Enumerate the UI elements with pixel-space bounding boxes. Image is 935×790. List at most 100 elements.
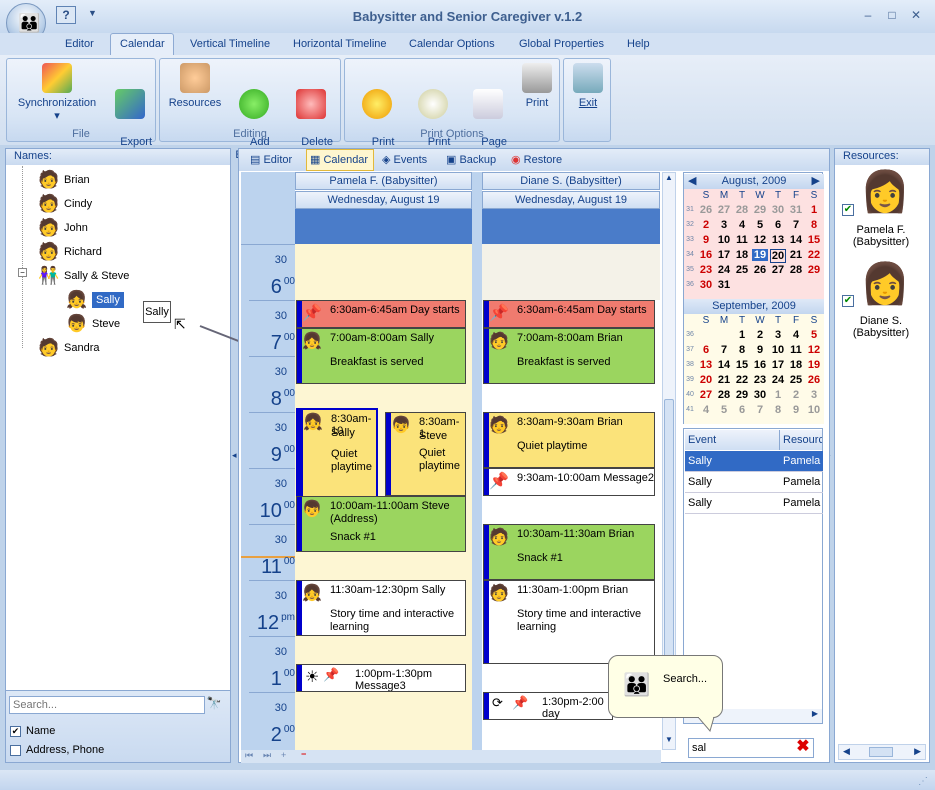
delete-record-icon[interactable]: − [301, 749, 306, 759]
filter-name-checkbox[interactable]: ✔ Name [10, 725, 55, 737]
calendar-day[interactable]: 30 [770, 204, 786, 216]
calendar-day[interactable]: 17 [770, 359, 786, 371]
calendar-day[interactable]: 3 [806, 389, 822, 401]
calendar-day[interactable]: 23 [752, 374, 768, 386]
calendar-day[interactable]: 30 [698, 279, 714, 291]
calendar-day[interactable]: 6 [770, 219, 786, 231]
event-breakfast-sally[interactable]: 👧 7:00am-8:00am Sally Breakfast is served [296, 328, 466, 384]
calendar-day[interactable]: 20 [770, 249, 786, 263]
binoculars-icon[interactable]: 🔭 [205, 696, 223, 714]
calendar-day[interactable]: 15 [734, 359, 750, 371]
synchronization-button[interactable]: Synchronization ▾ [11, 63, 103, 123]
calendar-day[interactable]: 6 [734, 404, 750, 416]
calendar-day[interactable]: 25 [788, 374, 804, 386]
calendar-day[interactable]: 10 [770, 344, 786, 356]
exit-button[interactable]: Exit [568, 63, 608, 110]
scroll-right-icon[interactable]: ▶ [914, 746, 921, 757]
event-story-sally[interactable]: 👧 11:30am-12:30pm Sally Story time and int… [296, 580, 466, 636]
calendar-day[interactable]: 15 [806, 234, 822, 246]
first-record-icon[interactable]: ⏮ [245, 750, 253, 761]
all-day-area[interactable] [295, 209, 472, 244]
menu-horizontal-timeline[interactable]: Horizontal Timeline [293, 38, 387, 50]
clear-filter-icon[interactable]: ✖ [795, 739, 811, 756]
calendar-day[interactable]: 16 [698, 249, 714, 261]
scroll-down-icon[interactable]: ▼ [663, 735, 675, 749]
event-snack-steve[interactable]: 👦 10:00am-11:00am Steve (Address) Snack #1 [296, 496, 466, 552]
last-record-icon[interactable]: ⏭ [263, 750, 271, 761]
event-playtime-steve[interactable]: 👦 8:30am-1 Steve Quiet playtime [385, 412, 466, 496]
menu-global-properties[interactable]: Global Properties [519, 38, 604, 50]
resource-checkbox-pamela[interactable]: ✔ [842, 204, 854, 216]
calendar-day[interactable]: 4 [734, 219, 750, 231]
calendar-day[interactable]: 7 [716, 344, 732, 356]
resources-button[interactable]: Resources [166, 63, 224, 110]
calendar-day[interactable]: 22 [734, 374, 750, 386]
calendar-day[interactable]: 31 [788, 204, 804, 216]
calendar-day[interactable]: 25 [734, 264, 750, 276]
event-day-starts[interactable]: 📌 6:30am-6:45am Day starts [296, 300, 466, 328]
calendar-day[interactable]: 11 [788, 344, 804, 356]
resource-checkbox-diane[interactable]: ✔ [842, 295, 854, 307]
calendar-day[interactable]: 13 [770, 234, 786, 246]
column-header-event[interactable]: Event [685, 430, 780, 450]
minimize-icon[interactable]: – [860, 8, 876, 22]
calendar-day[interactable]: 5 [806, 329, 822, 341]
calendar-day[interactable]: 4 [788, 329, 804, 341]
calendar-day[interactable]: 9 [698, 234, 714, 246]
add-record-icon[interactable]: + [281, 750, 286, 760]
calendar-day[interactable]: 7 [752, 404, 768, 416]
resource-header-diane[interactable]: Diane S. (Babysitter) [482, 172, 660, 190]
calendar-day[interactable]: 11 [734, 234, 750, 246]
calendar-day[interactable]: 2 [752, 329, 768, 341]
calendar-day[interactable]: 31 [716, 279, 732, 291]
tab-events[interactable]: ◈ Events [382, 153, 427, 166]
names-search-input[interactable] [9, 696, 205, 714]
calendar-day[interactable]: 1 [770, 389, 786, 401]
calendar-day[interactable]: 27 [770, 264, 786, 276]
calendar-day[interactable]: 18 [734, 249, 750, 261]
calendar-day[interactable]: 8 [770, 404, 786, 416]
calendar-day[interactable]: 2 [788, 389, 804, 401]
calendar-september[interactable]: S M T W T F S 36 37 38 39 40 41 1 2 3 4 5 6 7 8 9 10 11 12 13 14 15… [684, 314, 824, 424]
prev-month-icon[interactable]: ◀ [688, 174, 696, 189]
tree-item-richard[interactable]: 🧑 Richard [38, 241, 102, 263]
calendar-day[interactable]: 18 [788, 359, 804, 371]
calendar-day[interactable]: 19 [752, 249, 768, 261]
maximize-icon[interactable]: □ [884, 8, 900, 22]
event-message2[interactable]: 📌 9:30am-10:00am Message2 [483, 468, 655, 496]
calendar-day[interactable]: 28 [734, 204, 750, 216]
tree-item-sally-steve[interactable]: 👫 Sally & Steve [38, 265, 129, 287]
collapse-icon[interactable]: − [18, 268, 27, 277]
filter-address-checkbox[interactable]: Address, Phone [10, 744, 104, 756]
table-row[interactable]: SallyPamela F [685, 493, 823, 514]
event-snack-brian[interactable]: 🧑 10:30am-11:30am Brian Snack #1 [483, 524, 655, 580]
calendar-day[interactable]: 8 [806, 219, 822, 231]
menu-calendar[interactable]: Calendar [120, 38, 165, 50]
calendar-day[interactable]: 21 [716, 374, 732, 386]
menu-vertical-timeline[interactable]: Vertical Timeline [190, 38, 270, 50]
resources-hscrollbar[interactable]: ◀ ▶ [838, 744, 926, 760]
collapse-left-icon[interactable]: ◂ [232, 450, 237, 461]
print-button[interactable]: Print [515, 63, 559, 110]
next-month-icon[interactable]: ▶ [812, 174, 820, 189]
calendar-day[interactable]: 13 [698, 359, 714, 371]
all-day-area[interactable] [482, 209, 660, 244]
calendar-day[interactable]: 2 [698, 219, 714, 231]
tree-item-sally[interactable]: 👧 Sally [66, 289, 124, 311]
event-playtime-brian[interactable]: 🧑 8:30am-9:30am Brian Quiet playtime [483, 412, 655, 468]
event-playtime-sally[interactable]: 👧 8:30am-10 Sally Quiet playtime [296, 408, 378, 498]
calendar-day[interactable]: 30 [752, 389, 768, 401]
calendar-day[interactable]: 21 [788, 249, 804, 261]
calendar-day[interactable]: 7 [788, 219, 804, 231]
calendar-day[interactable]: 28 [788, 264, 804, 276]
tree-item-cindy[interactable]: 🧑 Cindy [38, 193, 92, 215]
calendar-day[interactable]: 1 [734, 329, 750, 341]
calendar-day[interactable]: 29 [806, 264, 822, 276]
event-day-starts-2[interactable]: 📌 6:30am-6:45am Day starts [483, 300, 655, 328]
calendar-day[interactable]: 9 [752, 344, 768, 356]
table-row[interactable]: SallyPamela F [685, 472, 823, 493]
calendar-day[interactable]: 24 [770, 374, 786, 386]
event-breakfast-brian[interactable]: 🧑 7:00am-8:00am Brian Breakfast is served [483, 328, 655, 384]
calendar-day[interactable]: 10 [806, 404, 822, 416]
calendar-day[interactable]: 14 [788, 234, 804, 246]
